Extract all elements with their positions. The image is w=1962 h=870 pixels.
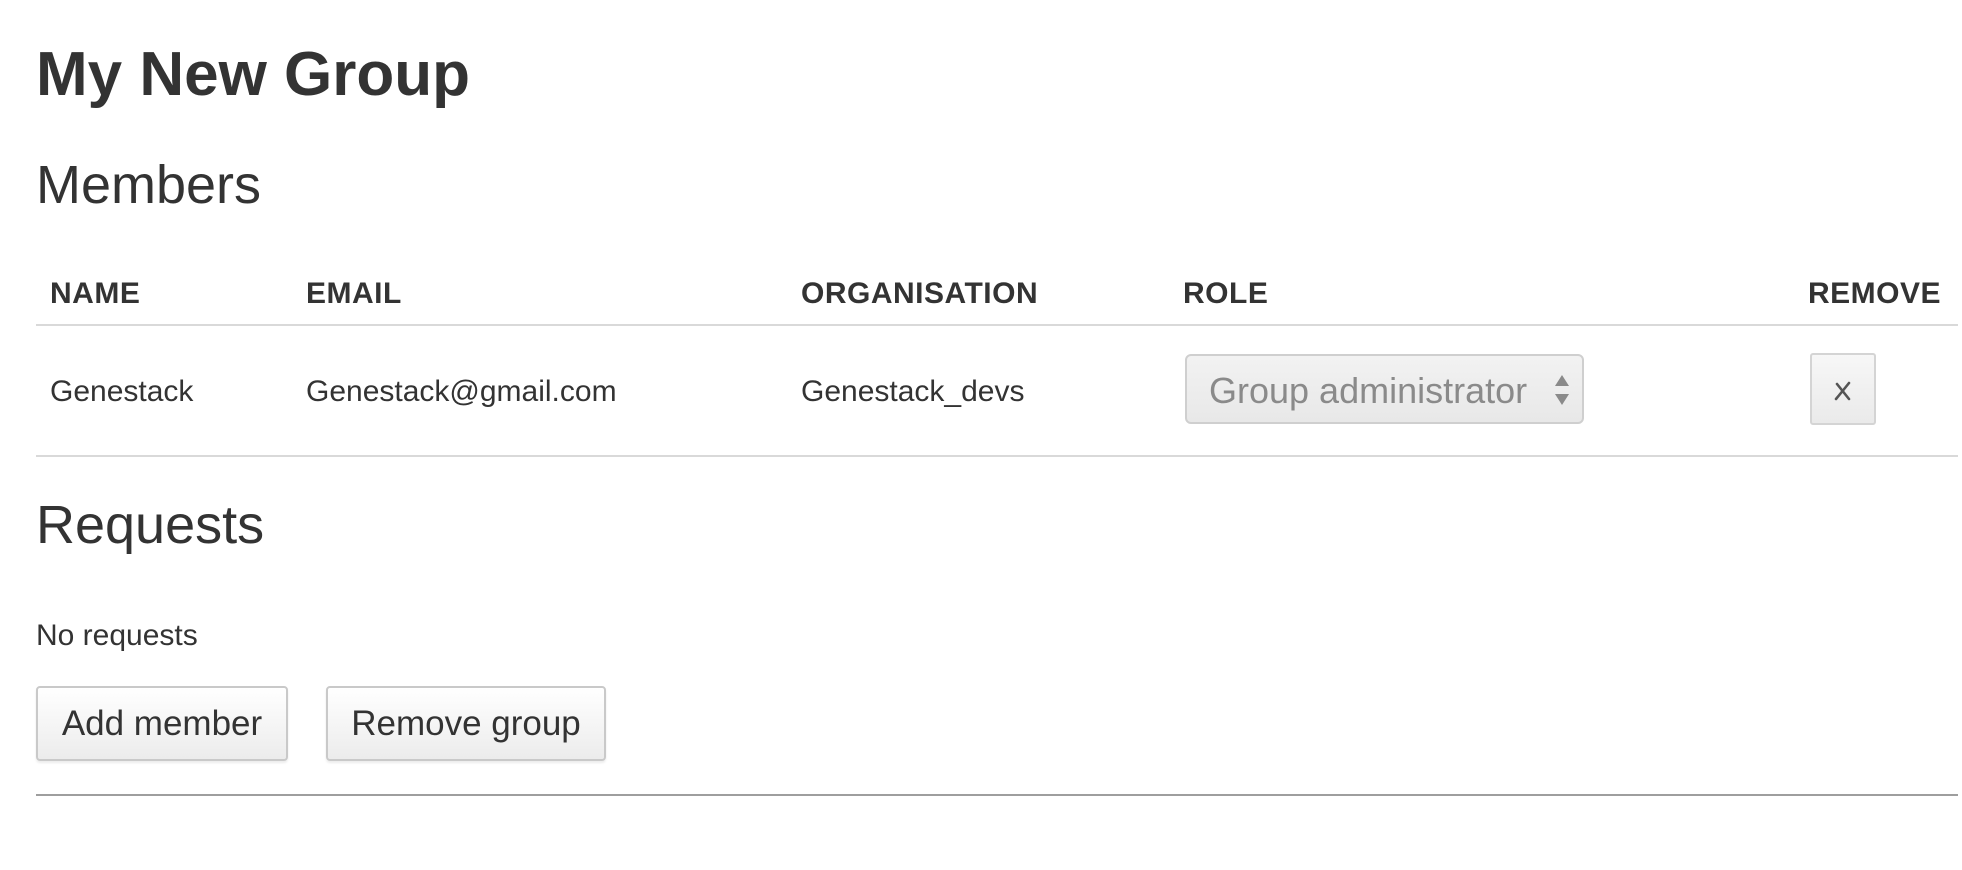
member-name: Genestack xyxy=(50,375,194,408)
column-header-organisation: ORGANISATION xyxy=(801,277,1039,310)
members-table: NAME EMAIL ORGANISATION ROLE REMOVE Gene… xyxy=(36,262,1958,457)
table-row: Genestack Genestack@gmail.com Genestack_… xyxy=(36,326,1958,457)
add-member-button[interactable]: Add member xyxy=(36,686,288,761)
requests-heading: Requests xyxy=(36,495,265,555)
page-title: My New Group xyxy=(36,40,471,109)
member-email: Genestack@gmail.com xyxy=(306,375,617,408)
close-x-icon xyxy=(1834,381,1851,401)
remove-member-button[interactable] xyxy=(1810,353,1876,425)
table-header-row: NAME EMAIL ORGANISATION ROLE REMOVE xyxy=(36,262,1958,326)
column-header-remove: REMOVE xyxy=(1808,277,1942,310)
role-select[interactable]: Group administrator xyxy=(1185,354,1584,424)
column-header-email: EMAIL xyxy=(306,277,402,310)
member-organisation: Genestack_devs xyxy=(801,375,1025,408)
select-arrows-icon xyxy=(1554,373,1570,407)
divider xyxy=(36,794,1958,796)
column-header-role: ROLE xyxy=(1183,277,1269,310)
remove-group-button[interactable]: Remove group xyxy=(326,686,606,761)
role-select-value: Group administrator xyxy=(1209,370,1528,411)
column-header-name: NAME xyxy=(50,277,141,310)
no-requests-text: No requests xyxy=(36,619,198,652)
members-heading: Members xyxy=(36,155,262,215)
